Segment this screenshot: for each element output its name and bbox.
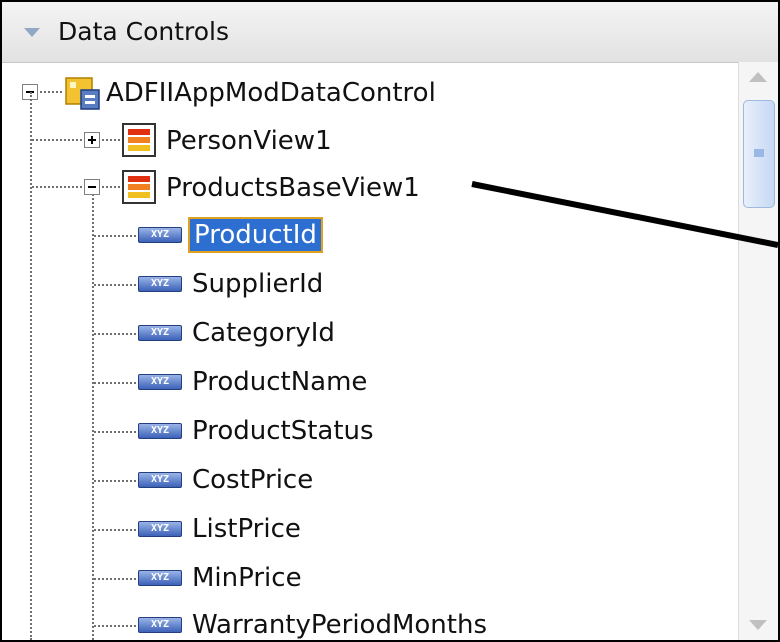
data-controls-panel: Data Controls ADFIIAppModDataControl Per… <box>0 0 780 642</box>
annotation-arrow <box>471 181 778 248</box>
